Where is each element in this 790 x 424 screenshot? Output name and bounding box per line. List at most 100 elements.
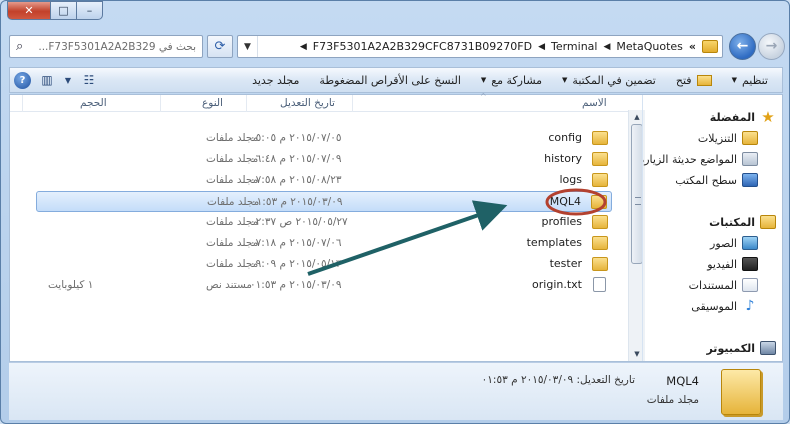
libraries-icon — [760, 215, 776, 229]
list-item[interactable]: history ٢٠١٥/٠٧/٠٩ م ٠٦:٤٨ مجلد ملفات — [36, 149, 612, 170]
folder-icon — [592, 257, 608, 271]
view-options-caret-icon[interactable]: ▼ — [63, 71, 73, 89]
minimize-button[interactable]: – — [77, 1, 103, 20]
item-type: مجلد ملفات — [206, 237, 259, 249]
list-item[interactable]: templates ٢٠١٥/٠٧/٠٦ م ٠٧:١٨ مجلد ملفات — [36, 233, 612, 254]
item-name: profiles — [541, 215, 582, 228]
search-placeholder: بحث في F73F5301A2A2B329... — [38, 40, 196, 53]
sort-indicator-icon: ^ — [480, 92, 487, 101]
documents-icon — [742, 278, 758, 292]
details-modified: تاريخ التعديل: ٢٠١٥/٠٣/٠٩ م ٠١:٥٣ — [482, 374, 635, 386]
caption-buttons: ✕ □ – — [7, 1, 103, 21]
explorer-window: ✕ □ – ⌕ بحث في F73F5301A2A2B329... ⟳ ▼ ◀… — [0, 0, 790, 424]
address-row: ⌕ بحث في F73F5301A2A2B329... ⟳ ▼ ◀ F73F5… — [9, 31, 785, 61]
list-item-selected[interactable]: MQL4 ٢٠١٥/٠٣/٠٩ م ٠١:٥٣ مجلد ملفات — [36, 191, 612, 212]
star-icon: ★ — [761, 108, 775, 126]
folder-icon — [592, 215, 608, 229]
breadcrumb-item-terminal[interactable]: Terminal — [551, 40, 598, 53]
list-item[interactable]: logs ٢٠١٥/٠٨/٢٣ م ٠٧:٥٨ مجلد ملفات — [36, 170, 612, 191]
breadcrumb-arrow-icon[interactable]: ◀ — [603, 42, 610, 52]
details-type: مجلد ملفات — [646, 394, 699, 406]
breadcrumb-arrow-icon[interactable]: ◀ — [538, 42, 545, 52]
list-item[interactable]: tester ٢٠١٥/٠٥/١٣ م ٠٩:٠٩ مجلد ملفات — [36, 254, 612, 275]
help-icon[interactable]: ? — [14, 71, 31, 89]
column-header-type[interactable]: النوع — [202, 97, 223, 109]
back-button[interactable]: ← — [729, 32, 756, 60]
forward-button[interactable]: → — [758, 32, 785, 60]
folder-icon — [591, 195, 607, 209]
item-type: مجلد ملفات — [207, 196, 260, 208]
item-name: origin.txt — [532, 278, 582, 291]
breadcrumb-item-guid[interactable]: F73F5301A2A2B329CFC8731B09270FD — [313, 40, 532, 53]
organize-button[interactable]: تنظيم ▼ — [722, 74, 778, 87]
refresh-button[interactable]: ⟳ — [207, 35, 233, 58]
breadcrumb-overflow[interactable]: « — [689, 40, 696, 53]
maximize-button[interactable]: □ — [51, 1, 77, 20]
nav-item-libraries[interactable]: المكتبات — [709, 215, 776, 229]
address-bar[interactable]: ▼ ◀ F73F5301A2A2B329CFC8731B09270FD ◀ Te… — [237, 35, 723, 58]
list-item[interactable]: config ٢٠١٥/٠٧/٠٥ م ٠٥:٠٥ مجلد ملفات — [36, 128, 612, 149]
list-item[interactable]: profiles ٢٠١٥/٠٥/٢٧ ص ٠٢:٣٧ مجلد ملفات — [36, 212, 612, 233]
nav-item-recent-places[interactable]: المواضع حديثة الزيارة — [643, 152, 758, 166]
burn-label: النسخ على الأقراص المضغوطة — [319, 73, 461, 87]
new-folder-button[interactable]: مجلد جديد — [242, 74, 309, 87]
chevron-down-icon: ▼ — [731, 76, 737, 84]
search-input[interactable]: ⌕ بحث في F73F5301A2A2B329... — [9, 35, 203, 58]
navigation-pane: ★ المفضلة التنزيلات المواضع حديثة الزيار… — [642, 95, 782, 361]
include-in-library-button[interactable]: تضمين في المكتبة ▼ — [552, 74, 666, 87]
item-date: ٢٠١٥/٠٧/٠٦ م ٠٧:١٨ — [250, 237, 342, 249]
include-in-library-label: تضمين في المكتبة — [572, 73, 656, 87]
details-modified-label: تاريخ التعديل: — [576, 374, 635, 386]
breadcrumb-item-metaquotes[interactable]: MetaQuotes — [616, 40, 682, 53]
change-view-icon[interactable]: ☷ — [79, 71, 99, 89]
preview-pane-icon[interactable]: ▥ — [37, 71, 57, 89]
nav-item-pictures[interactable]: الصور — [710, 236, 758, 250]
command-bar: ? ▥ ▼ ☷ تنظيم ▼ فتح تضمين في المكتبة ▼ مشا… — [9, 67, 783, 93]
item-size: ١ كيلوبايت — [48, 279, 94, 291]
open-label: فتح — [675, 73, 692, 87]
address-history-dropdown[interactable]: ▼ — [238, 36, 258, 57]
column-header-date[interactable]: تاريخ التعديل — [280, 97, 335, 109]
downloads-icon — [742, 131, 758, 145]
nav-label: سطح المكتب — [675, 173, 737, 187]
burn-button[interactable]: النسخ على الأقراص المضغوطة — [309, 74, 470, 87]
open-button[interactable]: فتح — [666, 74, 722, 87]
item-name: tester — [549, 257, 582, 270]
item-type: مجلد ملفات — [206, 132, 259, 144]
column-header-name[interactable]: الاسم — [582, 97, 607, 109]
item-type: مجلد ملفات — [206, 258, 259, 270]
item-date: ٢٠١٥/٠٧/٠٩ م ٠٦:٤٨ — [250, 153, 342, 165]
share-with-button[interactable]: مشاركة مع ▼ — [471, 74, 552, 87]
nav-item-downloads[interactable]: التنزيلات — [698, 131, 758, 145]
breadcrumb-arrow-icon: ◀ — [299, 41, 307, 52]
nav-item-music[interactable]: ♪ الموسيقى — [691, 299, 758, 313]
computer-icon — [760, 341, 776, 355]
item-date: ٢٠١٥/٠٨/٢٣ م ٠٧:٥٨ — [250, 174, 342, 186]
nav-item-desktop[interactable]: سطح المكتب — [675, 173, 758, 187]
column-separator[interactable] — [352, 95, 353, 112]
list-item[interactable]: origin.txt ٢٠١٥/٠٣/٠٩ م ٠١:٥٣ مستند نص ١… — [36, 275, 612, 296]
column-separator[interactable] — [246, 95, 247, 112]
breadcrumb: ◀ F73F5301A2A2B329CFC8731B09270FD ◀ Term… — [258, 40, 722, 53]
nav-item-computer[interactable]: الكمبيوتر — [706, 341, 776, 355]
close-button[interactable]: ✕ — [7, 1, 51, 20]
chevron-down-icon: ▼ — [244, 41, 251, 52]
command-buttons: تنظيم ▼ فتح تضمين في المكتبة ▼ مشاركة مع ▼ … — [242, 74, 782, 87]
column-separator[interactable] — [160, 95, 161, 112]
item-name: config — [548, 131, 582, 144]
nav-item-videos[interactable]: الفيديو — [707, 257, 758, 271]
navigation-buttons: ← → — [729, 31, 785, 61]
nav-label: الفيديو — [707, 257, 737, 271]
item-name: logs — [559, 173, 583, 186]
column-header-size[interactable]: الحجم — [80, 97, 107, 109]
column-separator[interactable] — [22, 95, 23, 112]
share-with-label: مشاركة مع — [491, 73, 543, 87]
item-type: مجلد ملفات — [206, 216, 259, 228]
chevron-down-icon: ▼ — [562, 76, 568, 84]
nav-item-favorites[interactable]: ★ المفضلة — [710, 108, 776, 126]
file-list[interactable]: الحجم النوع تاريخ التعديل ^ الاسم config… — [10, 92, 644, 361]
folder-icon — [592, 152, 608, 166]
nav-item-documents[interactable]: المستندات — [689, 278, 758, 292]
text-file-icon — [593, 277, 606, 292]
details-name: MQL4 — [666, 374, 699, 388]
